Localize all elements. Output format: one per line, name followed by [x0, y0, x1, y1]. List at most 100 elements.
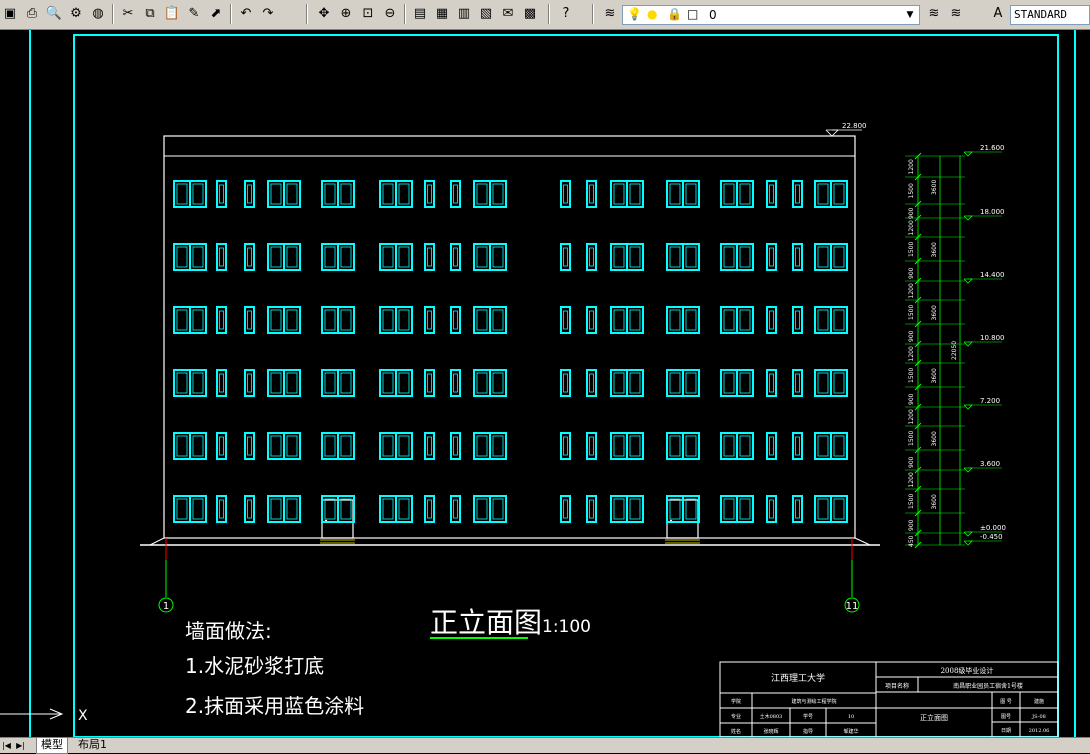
- tb-project-name: 南昌职业园员工宿舍1号楼: [953, 682, 1023, 690]
- text-style-dropdown[interactable]: STANDARD: [1010, 5, 1090, 25]
- level-label: 7.200: [980, 397, 1000, 405]
- tb-right-head: 建施: [1034, 698, 1044, 705]
- tb-sub-label: 学号: [803, 713, 813, 720]
- lock-icon[interactable]: 🔒: [667, 7, 682, 21]
- axis-label-right: 11: [846, 601, 859, 612]
- dim-floor-label: 3600: [931, 180, 938, 195]
- level-label: ±0.000: [980, 524, 1006, 532]
- dim-segment-label: 1200: [908, 472, 915, 487]
- dim-segment-label: 1500: [908, 183, 915, 198]
- zoom-realtime-icon[interactable]: ⊕: [336, 4, 356, 24]
- redo-icon[interactable]: ↷: [258, 4, 278, 24]
- level-label: 10.800: [980, 334, 1005, 342]
- layout-tab-bar: |◀ ▶| 模型 布局1: [0, 737, 1090, 754]
- dim-segment-label: 900: [908, 456, 915, 468]
- tb-row-label: 专业: [731, 713, 741, 720]
- dim-segment-label: 1500: [908, 242, 915, 257]
- last-tab-button[interactable]: ▶|: [16, 739, 25, 752]
- tb-row-value: 土木0803: [760, 713, 783, 720]
- pan-icon[interactable]: ✥: [314, 4, 334, 24]
- layers-icon[interactable]: ≋: [600, 4, 620, 24]
- text-style-icon[interactable]: A: [988, 4, 1008, 24]
- chevron-down-icon[interactable]: ▼: [903, 7, 917, 23]
- tb-row-value: 张晓辉: [763, 728, 778, 735]
- sun-icon[interactable]: ●: [647, 7, 657, 21]
- dim-segment-label: 1200: [908, 346, 915, 361]
- layer-dropdown[interactable]: 💡 ● 🔒 □ 0 ▼: [622, 5, 920, 25]
- dim-total-label: 22050: [951, 341, 958, 360]
- bulb-icon[interactable]: 💡: [627, 7, 642, 21]
- toolbar-separator: [306, 4, 308, 24]
- toolbar-separator: [404, 4, 406, 24]
- dim-floor-label: 3600: [931, 494, 938, 509]
- note-line: 2.抹面采用蓝色涂料: [185, 694, 364, 718]
- tb-right-head: 图 号: [1000, 699, 1012, 705]
- level-label: 18.000: [980, 208, 1005, 216]
- top-level-label: 22.800: [842, 122, 867, 130]
- dim-segment-label: 1500: [908, 305, 915, 320]
- level-label: -0.450: [980, 533, 1003, 541]
- undo-icon[interactable]: ↶: [236, 4, 256, 24]
- axis-label-left: 1: [163, 601, 169, 612]
- color-square-icon[interactable]: □: [687, 7, 698, 21]
- tab-layout1[interactable]: 布局1: [74, 738, 111, 753]
- calculator-icon[interactable]: ▩: [520, 4, 540, 24]
- tb-right-value: JS-08: [1031, 714, 1046, 720]
- tb-sub-label: 指导: [803, 728, 813, 735]
- tb-sub-value: 10: [848, 714, 854, 720]
- drawing-scale: 1:100: [542, 617, 591, 637]
- sheet-set-icon[interactable]: ▧: [476, 4, 496, 24]
- dim-segment-label: 1200: [908, 283, 915, 298]
- tb-row-label: 姓名: [731, 728, 741, 735]
- tb-university: 江西理工大学: [771, 672, 825, 684]
- design-center-icon[interactable]: ▦: [432, 4, 452, 24]
- tb-design-title: 2008级毕业设计: [941, 666, 994, 675]
- drawing-title: 正立面图: [430, 606, 542, 639]
- zoom-window-icon[interactable]: ⊡: [358, 4, 378, 24]
- markup-icon[interactable]: ✉: [498, 4, 518, 24]
- cut-icon[interactable]: ✂: [118, 4, 138, 24]
- note-line: 1.水泥砂浆打底: [185, 654, 324, 678]
- dim-segment-label: 900: [908, 330, 915, 342]
- ucs-x-label: X: [78, 708, 88, 724]
- copy-icon[interactable]: ⧉: [140, 4, 160, 24]
- tb-right-label: 日期: [1001, 728, 1011, 734]
- tb-sub-value: 邹建华: [843, 728, 858, 735]
- tab-model[interactable]: 模型: [36, 738, 68, 754]
- layer-name: 0: [709, 8, 717, 22]
- layer-previous-icon[interactable]: ≋: [924, 4, 944, 24]
- plot-preview-icon[interactable]: 🔍: [44, 4, 64, 24]
- toolbar-separator: [592, 4, 594, 24]
- block-editor-icon[interactable]: ⬈: [206, 4, 226, 24]
- properties-icon[interactable]: ▤: [410, 4, 430, 24]
- first-tab-button[interactable]: |◀: [2, 739, 11, 752]
- make-current-layer-icon[interactable]: ≋: [946, 4, 966, 24]
- dim-segment-label: 1200: [908, 409, 915, 424]
- dim-segment-label: 450: [908, 535, 915, 547]
- standard-toolbar: ▣ ⎙ 🔍 ⚙ ◍ ✂ ⧉ 📋 ✎ ⬈ ↶ ↷ ✥ ⊕ ⊡ ⊖ ▤ ▦ ▥ ▧ ✉ ▩? ≋ 💡 ● 🔒 □ 0 ▼ ≋ ≋ A STANDAR…: [0, 0, 1090, 30]
- dim-floor-label: 3600: [931, 431, 938, 446]
- dim-segment-label: 1200: [908, 159, 915, 174]
- save-icon[interactable]: ▣: [0, 4, 20, 24]
- level-label: 14.400: [980, 271, 1005, 279]
- dim-segment-label: 1500: [908, 431, 915, 446]
- dim-floor-label: 3600: [931, 242, 938, 257]
- zoom-previous-icon[interactable]: ⊖: [380, 4, 400, 24]
- level-label: 21.600: [980, 144, 1005, 152]
- publish-icon[interactable]: ⚙: [66, 4, 86, 24]
- tb-sheet-name: 正立面图: [920, 713, 948, 722]
- dim-segment-label: 1500: [908, 368, 915, 383]
- globe-icon[interactable]: ◍: [88, 4, 108, 24]
- tb-row-value: 建筑与测绘工程学院: [791, 698, 836, 705]
- dim-floor-label: 3600: [931, 305, 938, 320]
- tool-palettes-icon[interactable]: ▥: [454, 4, 474, 24]
- help-icon[interactable]: ?: [556, 4, 576, 24]
- plot-icon[interactable]: ⎙: [22, 4, 42, 24]
- paste-icon[interactable]: 📋: [162, 4, 182, 24]
- match-properties-icon[interactable]: ✎: [184, 4, 204, 24]
- drawing-canvas[interactable]: 22.8001200150090012001500900120015009001…: [0, 30, 1090, 737]
- dim-segment-label: 1500: [908, 494, 915, 509]
- tb-row-label: 学院: [731, 698, 741, 705]
- dim-segment-label: 1200: [908, 220, 915, 235]
- toolbar-separator: [548, 4, 550, 24]
